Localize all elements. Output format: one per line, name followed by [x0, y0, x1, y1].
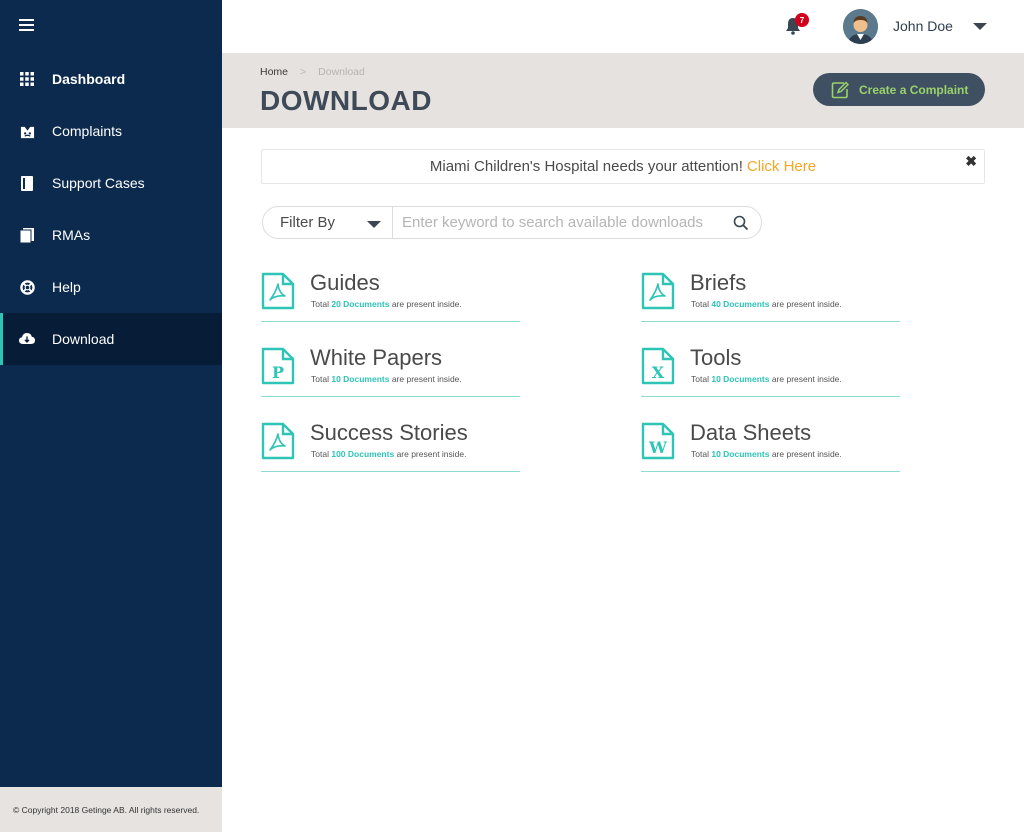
search-input[interactable] — [393, 207, 733, 238]
sidebar-item-download[interactable]: Download — [0, 313, 222, 365]
support-case-icon — [19, 175, 35, 191]
svg-text:P: P — [272, 363, 284, 382]
sidebar-item-label: Download — [52, 331, 115, 347]
sidebar-item-complaints[interactable]: Complaints — [0, 105, 222, 157]
download-category-title: Tools — [690, 345, 742, 370]
top-bar: 7 John Doe — [222, 0, 1024, 53]
ppt-file-icon: P — [261, 347, 295, 385]
search-bar: Filter By — [262, 206, 762, 239]
breadcrumb-current: Download — [318, 66, 365, 78]
download-category-title: Guides — [310, 270, 380, 295]
sidebar-item-label: Support Cases — [52, 175, 145, 191]
document-count: 40 Documents — [711, 299, 770, 309]
chevron-down-icon — [367, 221, 381, 228]
sidebar-item-label: RMAs — [52, 227, 91, 243]
grid-icon — [19, 71, 35, 87]
filter-label: Filter By — [280, 214, 336, 231]
download-category-data-sheets[interactable]: W Data Sheets Total 10 Documents are pre… — [641, 420, 900, 472]
download-category-count: Total 40 Documents are present inside. — [691, 299, 842, 309]
count-prefix: Total — [311, 449, 329, 459]
download-category-white-papers[interactable]: P White Papers Total 10 Documents are pr… — [261, 345, 520, 397]
document-count: 100 Documents — [331, 449, 395, 459]
count-prefix: Total — [691, 374, 709, 384]
page-title: DOWNLOAD — [260, 85, 432, 116]
download-category-count: Total 20 Documents are present inside. — [311, 299, 462, 309]
count-suffix: are present inside. — [771, 299, 842, 309]
download-category-title: Data Sheets — [690, 420, 812, 445]
pdf-file-icon — [641, 272, 675, 310]
pdf-file-icon — [261, 422, 295, 460]
count-prefix: Total — [311, 374, 329, 384]
sidebar-item-support-cases[interactable]: Support Cases — [0, 157, 222, 209]
sidebar-item-help[interactable]: Help — [0, 261, 222, 313]
edit-icon — [831, 80, 850, 99]
document-count: 10 Documents — [711, 374, 770, 384]
chevron-down-icon[interactable] — [973, 23, 987, 30]
download-category-title: Briefs — [690, 270, 747, 295]
download-category-count: Total 10 Documents are present inside. — [691, 449, 842, 459]
page-header: Home > Download DOWNLOAD Create a Compla… — [222, 53, 1024, 128]
count-prefix: Total — [311, 299, 329, 309]
sidebar-item-label: Complaints — [52, 123, 123, 139]
count-suffix: are present inside. — [771, 374, 842, 384]
download-category-guides[interactable]: Guides Total 20 Documents are present in… — [261, 270, 520, 322]
download-category-title: White Papers — [310, 345, 443, 370]
sidebar-item-label: Dashboard — [52, 71, 126, 87]
sidebar-nav: Dashboard Complaints Support Cases RMAs … — [0, 53, 222, 365]
download-category-tools[interactable]: X Tools Total 10 Documents are present i… — [641, 345, 900, 397]
download-category-count: Total 10 Documents are present inside. — [311, 374, 462, 384]
sidebar-item-rmas[interactable]: RMAs — [0, 209, 222, 261]
count-suffix: are present inside. — [391, 299, 462, 309]
breadcrumb-home[interactable]: Home — [260, 66, 288, 78]
count-suffix: are present inside. — [391, 374, 462, 384]
alert-link[interactable]: Click Here — [747, 158, 816, 175]
close-icon[interactable]: ✖ — [965, 153, 977, 170]
user-name[interactable]: John Doe — [893, 18, 953, 34]
download-category-count: Total 10 Documents are present inside. — [691, 374, 842, 384]
lifebuoy-icon — [19, 279, 35, 295]
count-suffix: are present inside. — [771, 449, 842, 459]
hamburger-menu-icon[interactable] — [19, 19, 34, 33]
attention-alert: Miami Children's Hospital needs your att… — [261, 149, 985, 184]
sidebar-item-label: Help — [52, 279, 81, 295]
notification-badge: 7 — [795, 13, 809, 27]
create-complaint-button[interactable]: Create a Complaint — [813, 73, 985, 106]
rma-icon — [19, 227, 35, 243]
pdf-file-icon — [261, 272, 295, 310]
word-file-icon: W — [641, 422, 675, 460]
excel-file-icon: X — [641, 347, 675, 385]
avatar[interactable] — [843, 9, 878, 44]
search-icon[interactable] — [733, 215, 749, 231]
sidebar-item-dashboard[interactable]: Dashboard — [0, 53, 222, 105]
document-count: 20 Documents — [331, 299, 390, 309]
count-suffix: are present inside. — [396, 449, 467, 459]
count-prefix: Total — [691, 299, 709, 309]
copyright-footer: © Copyright 2018 Getinge AB. All rights … — [0, 787, 222, 832]
complaint-icon — [19, 123, 35, 139]
breadcrumb: Home > Download — [260, 66, 365, 78]
svg-text:W: W — [648, 438, 668, 457]
alert-message: Miami Children's Hospital needs your att… — [429, 158, 743, 175]
document-count: 10 Documents — [711, 449, 770, 459]
download-category-title: Success Stories — [310, 420, 468, 445]
sidebar: Dashboard Complaints Support Cases RMAs … — [0, 0, 222, 832]
download-category-briefs[interactable]: Briefs Total 40 Documents are present in… — [641, 270, 900, 322]
cloud-download-icon — [19, 331, 35, 347]
download-category-success-stories[interactable]: Success Stories Total 100 Documents are … — [261, 420, 520, 472]
svg-text:X: X — [652, 363, 665, 382]
count-prefix: Total — [691, 449, 709, 459]
breadcrumb-separator: > — [300, 66, 307, 78]
create-complaint-label: Create a Complaint — [859, 82, 969, 97]
filter-dropdown[interactable]: Filter By — [263, 207, 393, 238]
document-count: 10 Documents — [331, 374, 390, 384]
download-category-count: Total 100 Documents are present inside. — [311, 449, 467, 459]
